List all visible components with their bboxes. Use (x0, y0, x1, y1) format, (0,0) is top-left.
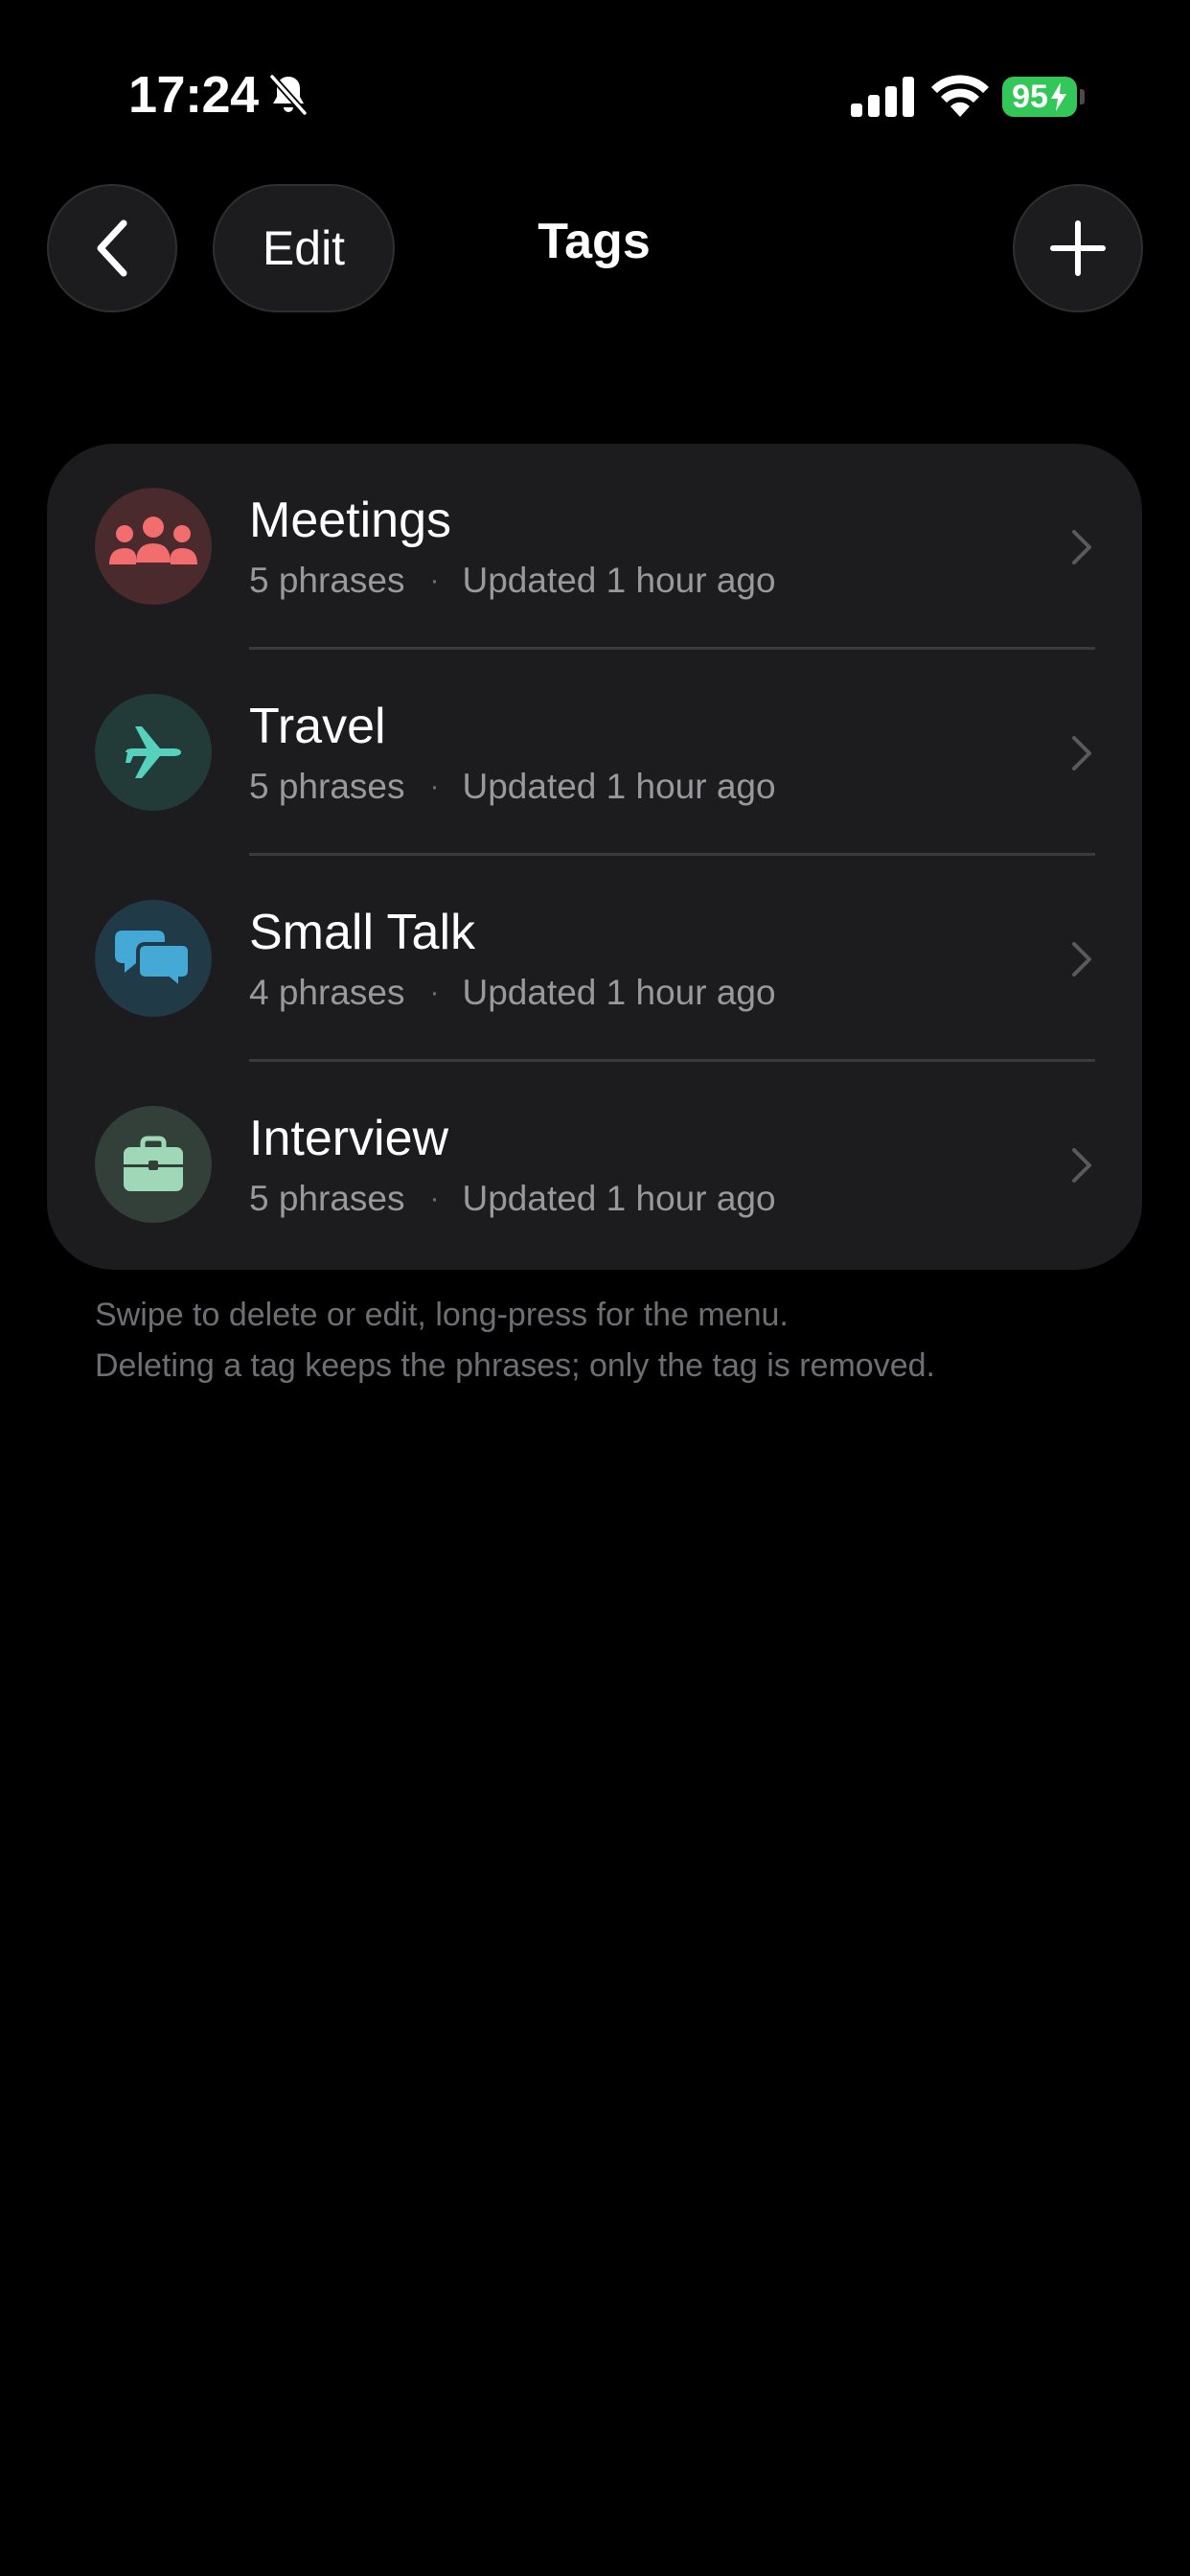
tag-name: Travel (249, 699, 386, 754)
chevron-left-icon (97, 219, 127, 277)
people-icon (109, 517, 197, 564)
tag-name: Meetings (249, 493, 451, 548)
phrase-count: 5 phrases (249, 1179, 405, 1218)
phrase-count: 4 phrases (249, 973, 405, 1012)
page-title: Tags (538, 214, 651, 269)
meta-separator: · (429, 770, 440, 802)
footer-hint-line: Swipe to delete or edit, long-press for … (95, 1297, 789, 1333)
tag-icon-badge (95, 900, 212, 1017)
status-bar: 17:24 95 (0, 0, 1190, 192)
meta-separator: · (429, 977, 440, 1008)
chevron-right-icon (1072, 942, 1091, 977)
tag-row-travel[interactable]: Travel 5 phrases · Updated 1 hour ago (47, 650, 1142, 856)
tag-icon-badge (95, 488, 212, 605)
add-tag-button[interactable] (1013, 184, 1143, 312)
tag-row-meetings[interactable]: Meetings 5 phrases · Updated 1 hour ago (47, 444, 1142, 650)
back-button[interactable] (47, 184, 177, 312)
status-time: 17:24 (128, 66, 259, 124)
updated-time: Updated 1 hour ago (462, 561, 776, 600)
bell-slash-icon (269, 74, 308, 116)
meta-separator: · (429, 564, 440, 596)
phrase-count: 5 phrases (249, 767, 405, 806)
tag-name: Interview (249, 1111, 449, 1166)
battery-charging-icon: 95 (1002, 77, 1077, 117)
tag-meta: 4 phrases · Updated 1 hour ago (249, 973, 776, 1013)
chat-bubbles-icon (115, 931, 192, 990)
tag-meta: 5 phrases · Updated 1 hour ago (249, 767, 776, 807)
tag-icon-badge (95, 694, 212, 811)
meta-separator: · (429, 1183, 440, 1214)
tag-icon-badge (95, 1106, 212, 1223)
tag-name: Small Talk (249, 905, 476, 960)
tag-meta: 5 phrases · Updated 1 hour ago (249, 561, 776, 601)
tag-row-interview[interactable]: Interview 5 phrases · Updated 1 hour ago (47, 1062, 1142, 1268)
updated-time: Updated 1 hour ago (462, 973, 776, 1012)
airplane-icon (126, 726, 181, 778)
plus-icon (1050, 220, 1106, 276)
briefcase-icon (124, 1136, 183, 1191)
tags-list: Meetings 5 phrases · Updated 1 hour ago … (47, 444, 1142, 1270)
tag-meta: 5 phrases · Updated 1 hour ago (249, 1179, 776, 1219)
tag-row-small-talk[interactable]: Small Talk 4 phrases · Updated 1 hour ag… (47, 856, 1142, 1062)
edit-button[interactable]: Edit (213, 184, 395, 312)
list-footer-hint: Swipe to delete or edit, long-press for … (95, 1290, 935, 1392)
battery-cap (1080, 89, 1085, 104)
chevron-right-icon (1072, 736, 1091, 770)
footer-hint-line: Deleting a tag keeps the phrases; only t… (95, 1347, 935, 1384)
signal-icon (851, 77, 914, 117)
wifi-icon (931, 75, 989, 117)
bolt-icon (1050, 82, 1066, 111)
phrase-count: 5 phrases (249, 561, 405, 600)
chevron-right-icon (1072, 1148, 1091, 1183)
chevron-right-icon (1072, 530, 1091, 564)
battery-level: 95 (1012, 78, 1048, 115)
updated-time: Updated 1 hour ago (462, 767, 776, 806)
updated-time: Updated 1 hour ago (462, 1179, 776, 1218)
